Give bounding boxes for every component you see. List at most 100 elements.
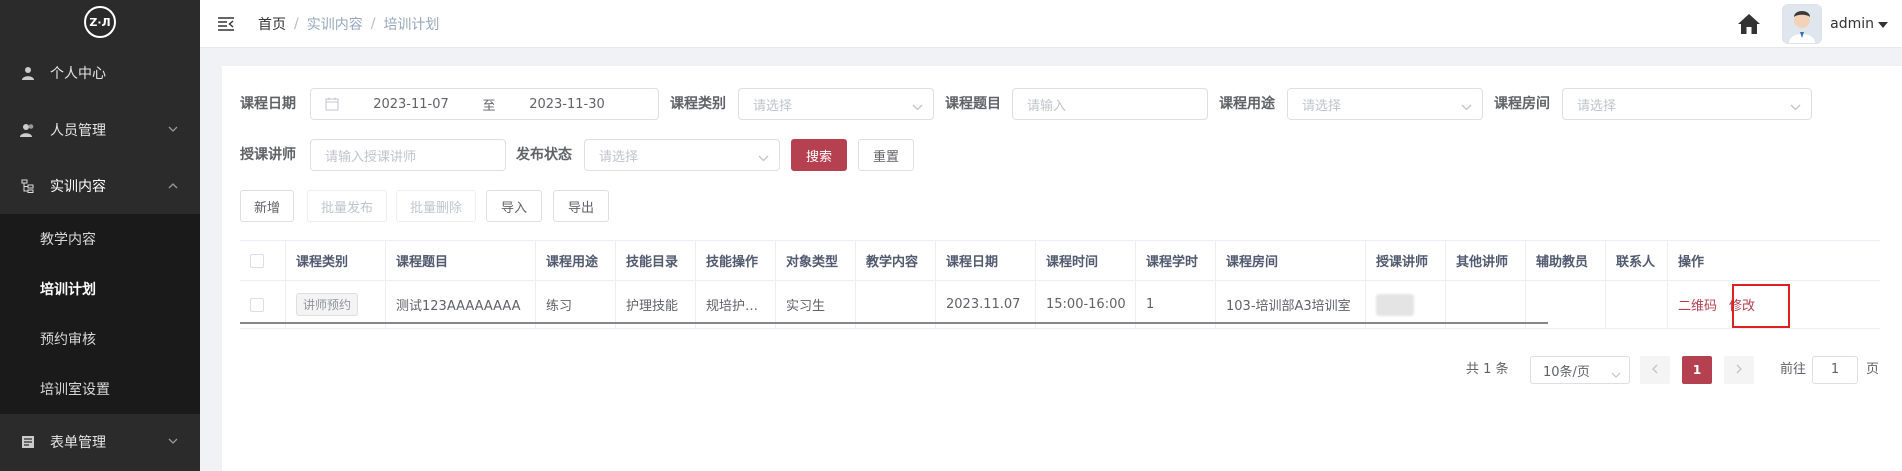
column-header[interactable]: 授课讲师	[1366, 241, 1446, 280]
column-header[interactable]: 技能操作	[696, 241, 776, 280]
sidebar-subitem-training-plan[interactable]: 培训计划	[0, 264, 200, 314]
import-button[interactable]: 导入	[486, 190, 542, 222]
course-date-range[interactable]: 2023-11-07 至 2023-11-30	[310, 88, 659, 120]
goto-page-input[interactable]: 1	[1812, 356, 1858, 384]
sidebar-item-form-management[interactable]: 表单管理	[0, 414, 200, 470]
page-suffix: 页	[1866, 362, 1880, 377]
column-header[interactable]: 课程日期	[936, 241, 1036, 280]
main-content: 课程日期 2023-11-07 至 2023-11-30 课程类别 请选择 课程…	[222, 66, 1902, 471]
page-number[interactable]: 1	[1682, 356, 1712, 384]
cell-hours: 1	[1136, 281, 1216, 328]
column-header[interactable]: 联系人	[1606, 241, 1668, 280]
select-all-checkbox[interactable]	[250, 253, 264, 268]
publish-status-select[interactable]: 请选择	[584, 139, 780, 171]
breadcrumb-training-content[interactable]: 实训内容	[307, 14, 363, 34]
sidebar-item-label: 实训内容	[50, 179, 106, 195]
data-table: 课程类别 课程题目 课程用途 技能目录 技能操作 对象类型 教学内容 课程日期 …	[240, 240, 1880, 329]
type-tag: 讲师预约	[296, 293, 359, 316]
goto-label: 前往	[1780, 362, 1807, 377]
chevron-down-icon	[912, 100, 923, 115]
course-room-placeholder: 请选择	[1577, 98, 1617, 114]
edit-highlight-box	[1732, 284, 1790, 328]
cell-target: 实习生	[776, 281, 856, 328]
column-header[interactable]: 课程题目	[386, 241, 536, 280]
sidebar-item-label: 个人中心	[50, 66, 106, 82]
course-title-label: 课程题目	[945, 96, 1001, 112]
breadcrumb-training-plan: 培训计划	[383, 16, 440, 33]
page-size-value: 10条/页	[1543, 364, 1590, 380]
horizontal-scrollbar[interactable]	[240, 322, 1548, 324]
course-room-select[interactable]: 请选择	[1562, 88, 1812, 120]
breadcrumb-home[interactable]: 首页	[258, 14, 286, 34]
column-header[interactable]: 对象类型	[776, 241, 856, 280]
menu-toggle-icon[interactable]	[218, 15, 236, 33]
column-header[interactable]: 辅助教员	[1526, 241, 1606, 280]
batch-delete-button[interactable]: 批量删除	[396, 190, 476, 222]
qr-code-link[interactable]: 二维码	[1678, 295, 1717, 314]
chevron-down-icon	[1611, 367, 1621, 382]
breadcrumb-separator: /	[294, 15, 299, 32]
chevron-down-icon	[1790, 100, 1801, 115]
sidebar-item-label: 人员管理	[50, 123, 106, 139]
users-icon	[20, 122, 36, 138]
chevron-left-icon	[1652, 363, 1658, 377]
export-button[interactable]: 导出	[553, 190, 609, 222]
date-range-separator: 至	[482, 98, 496, 114]
table-header-row: 课程类别 课程题目 课程用途 技能目录 技能操作 对象类型 教学内容 课程日期 …	[240, 241, 1880, 281]
chevron-down-icon	[758, 151, 769, 166]
course-use-select[interactable]: 请选择	[1287, 88, 1483, 120]
course-room-label: 课程房间	[1494, 96, 1550, 112]
course-use-placeholder: 请选择	[1302, 98, 1342, 114]
sidebar: Z·Л 个人中心 人员管理 实训内容 教学内容 培训计划 预约审核 培训室设置	[0, 0, 200, 471]
caret-down-icon[interactable]	[1878, 16, 1888, 32]
column-header[interactable]: 其他讲师	[1446, 241, 1526, 280]
cell-assistant	[1526, 281, 1606, 328]
page-size-select[interactable]: 10条/页	[1530, 356, 1630, 384]
column-header[interactable]: 课程时间	[1036, 241, 1136, 280]
sidebar-item-personal-center[interactable]: 个人中心	[0, 44, 200, 102]
sidebar-subitem-booking-review[interactable]: 预约审核	[0, 314, 200, 364]
next-page-button[interactable]	[1724, 356, 1754, 384]
cell-skill-op: 规培护…	[696, 281, 776, 328]
batch-publish-button[interactable]: 批量发布	[307, 190, 387, 222]
sidebar-subitem-room-settings[interactable]: 培训室设置	[0, 364, 200, 414]
chevron-down-icon	[1461, 100, 1472, 115]
chevron-down-icon	[168, 438, 178, 445]
cell-other-lecturer	[1446, 281, 1526, 328]
course-title-input[interactable]: 请输入	[1012, 88, 1208, 120]
column-header[interactable]: 课程学时	[1136, 241, 1216, 280]
row-select-cell	[240, 281, 286, 328]
avatar[interactable]	[1782, 4, 1823, 44]
lecturer-input[interactable]: 请输入授课讲师	[310, 139, 506, 171]
cell-use: 练习	[536, 281, 616, 328]
column-header[interactable]: 课程房间	[1216, 241, 1366, 280]
search-button[interactable]: 搜索	[791, 139, 847, 171]
select-all-cell	[240, 241, 286, 280]
column-header[interactable]: 技能目录	[616, 241, 696, 280]
sidebar-item-training-content[interactable]: 实训内容	[0, 158, 200, 214]
date-end[interactable]: 2023-11-30	[517, 97, 617, 112]
calendar-icon	[325, 97, 339, 111]
cell-date: 2023.11.07	[936, 281, 1036, 328]
column-header[interactable]: 教学内容	[856, 241, 936, 280]
column-header[interactable]: 课程类别	[286, 241, 386, 280]
home-icon[interactable]	[1736, 11, 1762, 37]
row-checkbox[interactable]	[250, 297, 264, 312]
chevron-up-icon	[168, 182, 178, 189]
course-type-label: 课程类别	[670, 96, 726, 112]
column-header[interactable]: 课程用途	[536, 241, 616, 280]
add-button[interactable]: 新增	[240, 190, 294, 222]
lecturer-label: 授课讲师	[240, 147, 296, 163]
chevron-down-icon	[168, 126, 178, 133]
course-type-placeholder: 请选择	[753, 98, 793, 114]
date-start[interactable]: 2023-11-07	[361, 97, 461, 112]
reset-button[interactable]: 重置	[858, 139, 914, 171]
cell-lecturer	[1366, 281, 1446, 328]
username[interactable]: admin	[1830, 16, 1874, 32]
sidebar-subitem-teaching-content[interactable]: 教学内容	[0, 214, 200, 264]
cell-type: 讲师预约	[286, 281, 386, 328]
prev-page-button[interactable]	[1640, 356, 1670, 384]
sidebar-item-label: 表单管理	[50, 435, 106, 451]
sidebar-item-personnel[interactable]: 人员管理	[0, 102, 200, 158]
course-type-select[interactable]: 请选择	[738, 88, 934, 120]
